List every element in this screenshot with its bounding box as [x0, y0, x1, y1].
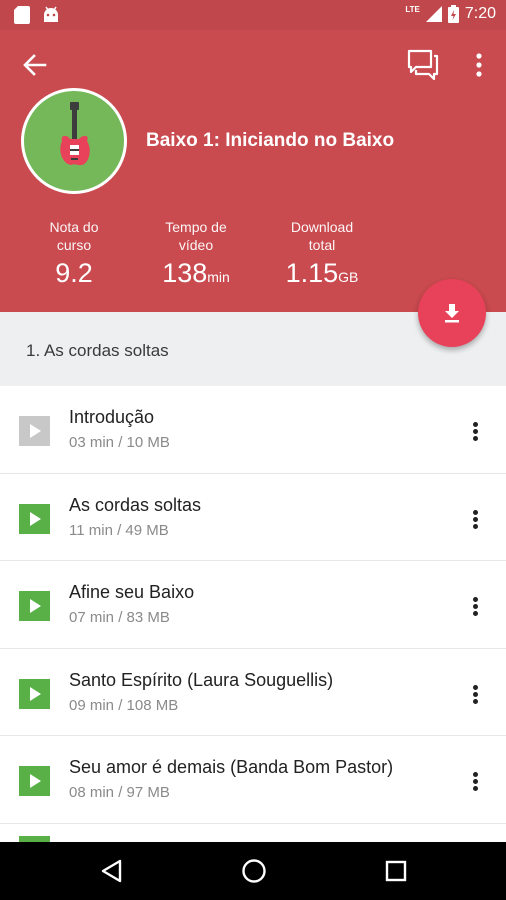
lesson-meta: 03 min / 10 MB — [69, 434, 170, 451]
stat-video-time: Tempo de vídeo 138min — [146, 218, 246, 294]
lesson-item[interactable]: Santo Espírito (Laura Souguellis) 09 min… — [0, 649, 506, 736]
chat-button[interactable] — [406, 48, 440, 82]
signal-icon — [425, 6, 442, 22]
stat-value: 1.15GB — [272, 256, 372, 294]
lesson-item[interactable]: Seu amor é demais (Banda Bom Pastor) 08 … — [0, 736, 506, 824]
status-time: 7:20 — [464, 5, 496, 22]
lesson-meta: 07 min / 83 MB — [69, 609, 170, 626]
status-bar: LTE 7:20 — [0, 0, 506, 30]
lesson-meta: 11 min / 49 MB — [69, 521, 169, 539]
lesson-item[interactable]: Introdução 03 min / 10 MB — [0, 386, 506, 474]
more-vert-icon — [476, 53, 482, 77]
stat-rating: Nota do curso 9.2 — [36, 218, 112, 294]
lesson-more-button[interactable] — [462, 591, 490, 621]
stat-value: 9.2 — [36, 256, 112, 294]
battery-icon — [447, 5, 459, 23]
play-icon[interactable] — [19, 678, 50, 709]
play-icon[interactable] — [19, 503, 50, 534]
stat-label: Nota do curso — [49, 219, 99, 253]
lesson-title: Afine seu Baixo — [69, 582, 195, 602]
nav-back-icon — [101, 859, 122, 883]
lesson-more-button[interactable] — [462, 416, 490, 446]
stat-unit: min — [207, 269, 230, 285]
lesson-more-button[interactable] — [462, 766, 490, 796]
arrow-left-icon — [23, 54, 47, 76]
nav-recents-button[interactable] — [382, 857, 410, 885]
android-icon — [44, 6, 58, 22]
course-header: Baixo 1: Iniciando no Baixo Nota do curs… — [0, 30, 506, 312]
stat-label: Download total — [290, 219, 354, 253]
lesson-item[interactable]: Afine seu Baixo 07 min / 83 MB — [0, 561, 506, 649]
lesson-more-button[interactable] — [462, 679, 490, 709]
nav-home-button[interactable] — [240, 857, 268, 885]
nav-back-button[interactable] — [98, 857, 126, 885]
stat-number: 1.15 — [285, 258, 339, 288]
download-icon — [445, 304, 459, 323]
lesson-title: Seu amor é demais (Banda Bom Pastor) — [69, 757, 394, 777]
more-options-button[interactable] — [464, 48, 494, 82]
play-icon[interactable] — [19, 416, 50, 446]
sd-card-icon — [14, 6, 30, 24]
stat-unit: GB — [338, 269, 359, 285]
course-avatar — [21, 88, 127, 194]
chat-icon — [407, 49, 439, 81]
lesson-item[interactable]: As cordas soltas 11 min / 49 MB — [0, 474, 506, 561]
nav-recents-icon — [385, 860, 407, 882]
lesson-meta: 08 min / 97 MB — [69, 784, 170, 801]
stat-number: 9.2 — [55, 258, 93, 288]
back-button[interactable] — [20, 50, 50, 80]
play-icon[interactable] — [19, 591, 50, 621]
navigation-bar — [0, 842, 506, 900]
lesson-title: Santo Espírito (Laura Souguellis) — [69, 669, 334, 690]
section-title: 1. As cordas soltas — [26, 341, 169, 360]
download-all-button[interactable] — [418, 279, 486, 347]
lesson-title: Introdução — [69, 407, 155, 427]
network-type: LTE — [405, 4, 420, 14]
bass-guitar-icon — [60, 102, 90, 166]
lesson-meta: 09 min / 108 MB — [69, 696, 179, 714]
lesson-list: Introdução 03 min / 10 MB As cordas solt… — [0, 386, 506, 824]
stat-download-total: Download total 1.15GB — [272, 218, 372, 294]
stat-label: Tempo de vídeo — [165, 219, 227, 253]
course-title: Baixo 1: Iniciando no Baixo — [146, 130, 395, 151]
stat-value: 138min — [146, 256, 246, 294]
lesson-title: As cordas soltas — [69, 494, 202, 515]
stat-number: 138 — [162, 258, 208, 288]
play-icon[interactable] — [19, 766, 50, 796]
nav-home-icon — [242, 859, 266, 883]
lesson-more-button[interactable] — [462, 504, 490, 534]
